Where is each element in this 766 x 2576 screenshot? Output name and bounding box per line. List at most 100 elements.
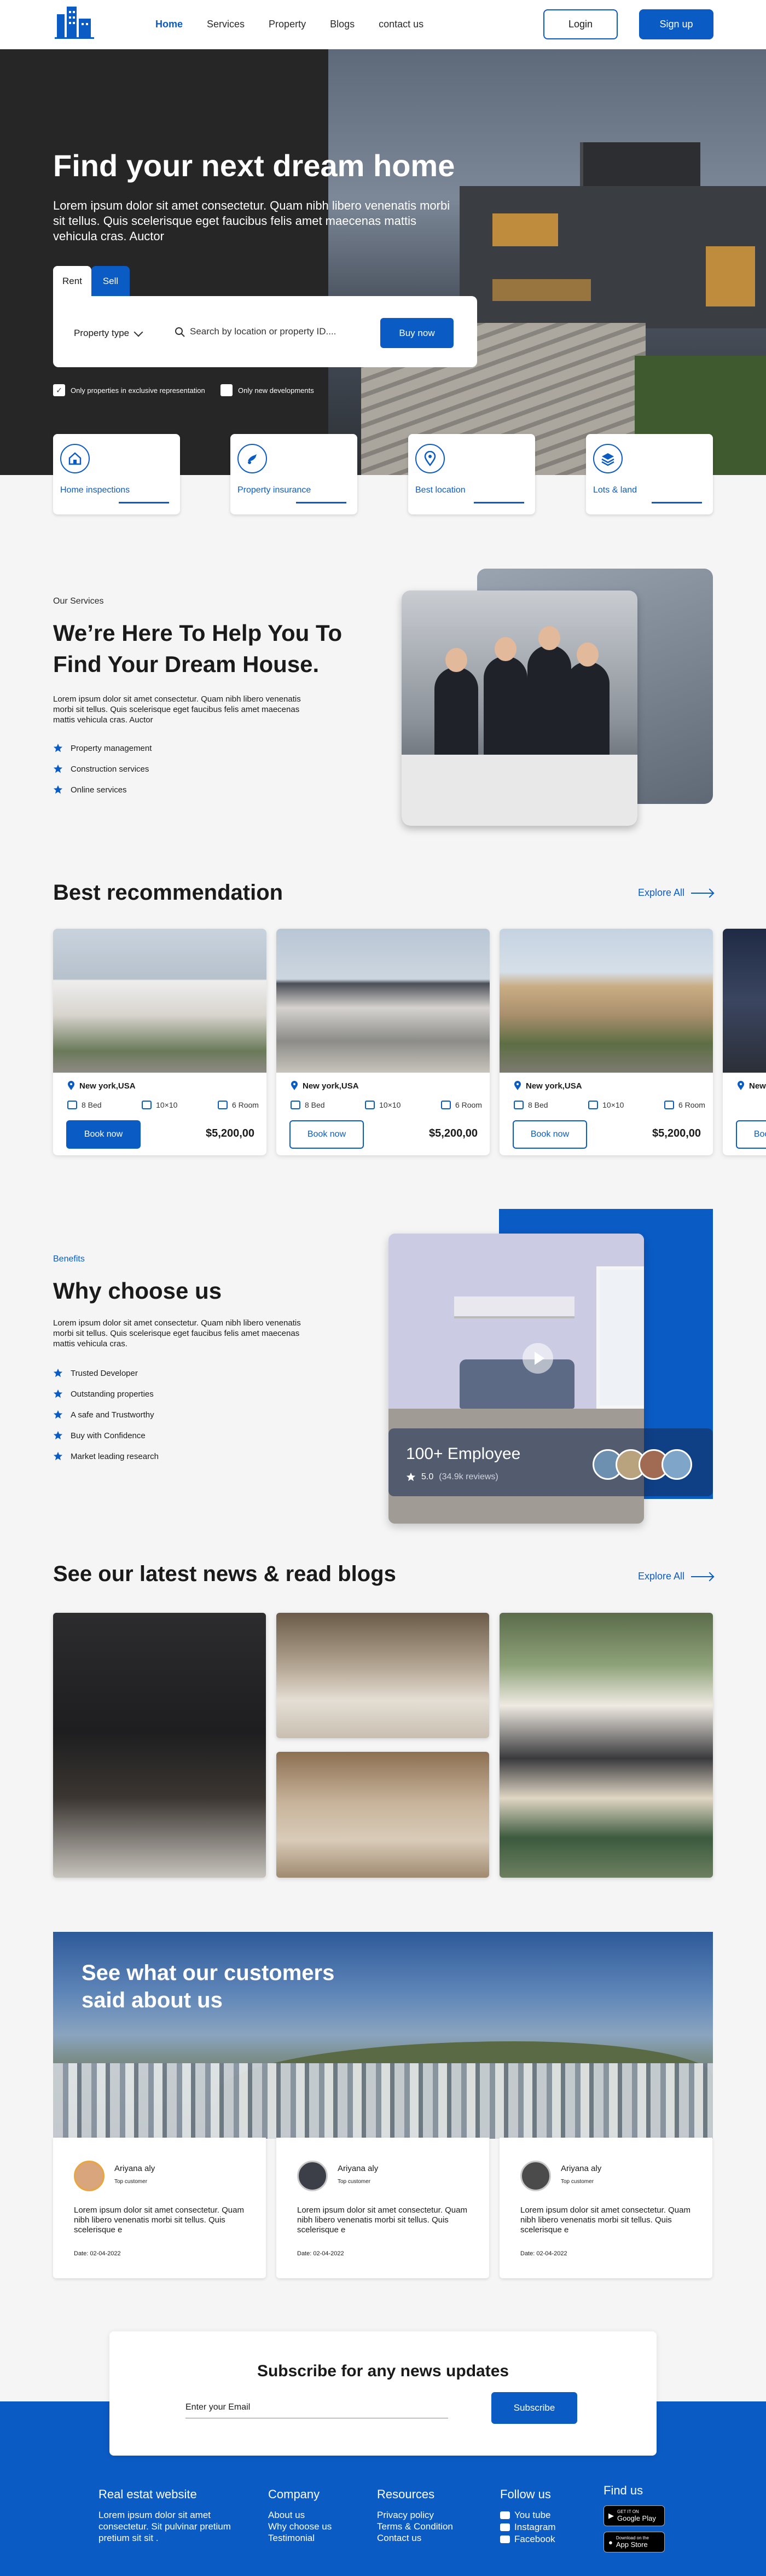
subscribe-title: Subscribe for any news updates	[257, 2362, 509, 2380]
location-label: New york,USA	[526, 1081, 582, 1091]
testimonials-title: See what our customers said about us	[82, 1961, 335, 2012]
property-card[interactable]: New york,USA 8 Bed 10×10 6 Room Book now…	[500, 929, 713, 1155]
list-item-label: Property management	[71, 743, 152, 753]
blog-living-image[interactable]	[276, 1613, 489, 1738]
bed-icon	[67, 1101, 77, 1109]
email-field[interactable]	[185, 2396, 448, 2418]
logo-icon[interactable]	[55, 4, 94, 40]
blogs-title: See our latest news & read blogs	[53, 1562, 396, 1586]
avatar	[74, 2161, 105, 2191]
property-specs: 8 Bed 10×10 6 Room	[514, 1101, 705, 1109]
search-icon	[175, 327, 185, 337]
services-team-photo	[402, 591, 637, 826]
blog-bedroom-image[interactable]	[276, 1752, 489, 1878]
bed-spec: 8 Bed	[67, 1101, 102, 1109]
blogs-explore-link[interactable]: Explore All	[638, 1571, 713, 1582]
footer-link[interactable]: Testimonial	[268, 2532, 332, 2544]
app-store-badge[interactable]: ● Download on the App Store	[603, 2532, 665, 2552]
testimonial-date: Date: 02-04-2022	[74, 2250, 121, 2257]
footer-brand: Real estat website Lorem ipsum dolor sit…	[98, 2487, 235, 2544]
star-icon	[53, 743, 63, 752]
list-item-label: Outstanding properties	[71, 1389, 154, 1399]
book-now-button[interactable]: Book now	[513, 1120, 587, 1149]
signup-button[interactable]: Sign up	[639, 9, 713, 39]
subscribe-button[interactable]: Subscribe	[491, 2392, 577, 2424]
feature-label: Best location	[415, 485, 466, 495]
property-type-dropdown[interactable]: Property type	[74, 328, 129, 339]
list-item-label: Buy with Confidence	[71, 1431, 146, 1440]
hero-house-photo	[328, 49, 766, 475]
location-label: New york,USA	[749, 1081, 766, 1091]
play-store-icon: ▶	[608, 2511, 614, 2520]
customer-name: Ariyana aly	[338, 2164, 379, 2173]
instagram-link[interactable]: Instagram	[500, 2521, 556, 2533]
search-input[interactable]	[190, 323, 354, 340]
checkbox-empty-icon[interactable]	[220, 384, 233, 396]
hero-subtitle: Lorem ipsum dolor sit amet consectetur. …	[53, 199, 450, 243]
book-now-button[interactable]: Book now	[66, 1120, 141, 1149]
facebook-link[interactable]: Facebook	[500, 2533, 556, 2545]
explore-label: Explore All	[638, 1571, 685, 1582]
list-item: Online services	[53, 785, 152, 795]
insurance-icon	[237, 444, 267, 473]
blog-villa-image[interactable]	[500, 1613, 713, 1878]
youtube-link[interactable]: You tube	[500, 2509, 556, 2521]
recommendation-explore-link[interactable]: Explore All	[638, 887, 713, 899]
list-item: Outstanding properties	[53, 1389, 159, 1399]
nav-home[interactable]: Home	[155, 19, 183, 30]
property-price: $5,200,00	[652, 1127, 701, 1139]
star-icon	[53, 1389, 63, 1398]
tab-rent[interactable]: Rent	[53, 266, 91, 296]
home-icon	[60, 444, 90, 473]
tab-sell[interactable]: Sell	[91, 266, 130, 296]
property-location: New york,USA	[291, 1081, 359, 1091]
property-card[interactable]: New york,USA 8 Bed 10×10 6 Room Book now…	[276, 929, 490, 1155]
services-list: Property management Construction service…	[53, 743, 152, 795]
feature-home-inspections[interactable]: Home inspections	[53, 434, 180, 514]
google-play-badge[interactable]: ▶ GET IT ON Google Play	[603, 2505, 665, 2526]
list-item: Market leading research	[53, 1451, 159, 1461]
footer-link[interactable]: Why choose us	[268, 2521, 332, 2532]
nav-blogs[interactable]: Blogs	[330, 19, 355, 30]
new-developments-checkbox[interactable]: Only new developments	[220, 384, 314, 396]
nav-property[interactable]: Property	[269, 19, 306, 30]
play-video-icon[interactable]	[523, 1343, 553, 1374]
feature-best-location[interactable]: Best location	[408, 434, 535, 514]
buy-now-button[interactable]: Buy now	[380, 318, 454, 348]
footer-link[interactable]: Contact us	[377, 2532, 453, 2544]
nav-services[interactable]: Services	[207, 19, 245, 30]
instagram-icon	[500, 2523, 510, 2531]
nav-contact[interactable]: contact us	[379, 19, 423, 30]
book-now-button[interactable]: Book now	[736, 1120, 766, 1149]
checkbox-checked-icon[interactable]: ✓	[53, 384, 65, 396]
blog-kitchen-image[interactable]	[53, 1613, 266, 1878]
login-button[interactable]: Login	[543, 9, 618, 39]
facebook-icon	[500, 2536, 510, 2543]
arrow-right-icon	[691, 1576, 713, 1577]
footer-link[interactable]: Terms & Condition	[377, 2521, 453, 2532]
avatar	[661, 1449, 692, 1480]
property-card[interactable]: New york,USA 8 Bed 10×10 6 Room Book now…	[53, 929, 266, 1155]
footer-link[interactable]: Privacy policy	[377, 2509, 453, 2521]
feature-lots-land[interactable]: Lots & land	[586, 434, 713, 514]
property-price: $5,200,00	[429, 1127, 478, 1139]
recommendation-title: Best recommendation	[53, 881, 283, 905]
avatar	[297, 2161, 328, 2191]
bed-icon	[291, 1101, 300, 1109]
property-card[interactable]: New york,USA Book now	[723, 929, 766, 1155]
property-location: New york,USA	[514, 1081, 582, 1091]
footer-link[interactable]: About us	[268, 2509, 332, 2521]
why-kicker: Benefits	[53, 1254, 85, 1264]
testimonial-card: Ariyana aly Top customer Lorem ipsum dol…	[53, 2138, 266, 2278]
feature-property-insurance[interactable]: Property insurance	[230, 434, 357, 514]
exclusive-checkbox[interactable]: ✓ Only properties in exclusive represent…	[53, 384, 205, 396]
avatar	[520, 2161, 551, 2191]
chevron-down-icon[interactable]	[134, 327, 143, 337]
property-price: $5,200,00	[206, 1127, 254, 1139]
customer-name: Ariyana aly	[561, 2164, 602, 2173]
services-title: We’re Here To Help You To Find Your Drea…	[53, 620, 343, 677]
room-icon	[217, 1101, 228, 1109]
feature-underline	[474, 502, 524, 503]
property-location: New york,USA	[737, 1081, 766, 1091]
book-now-button[interactable]: Book now	[289, 1120, 364, 1149]
